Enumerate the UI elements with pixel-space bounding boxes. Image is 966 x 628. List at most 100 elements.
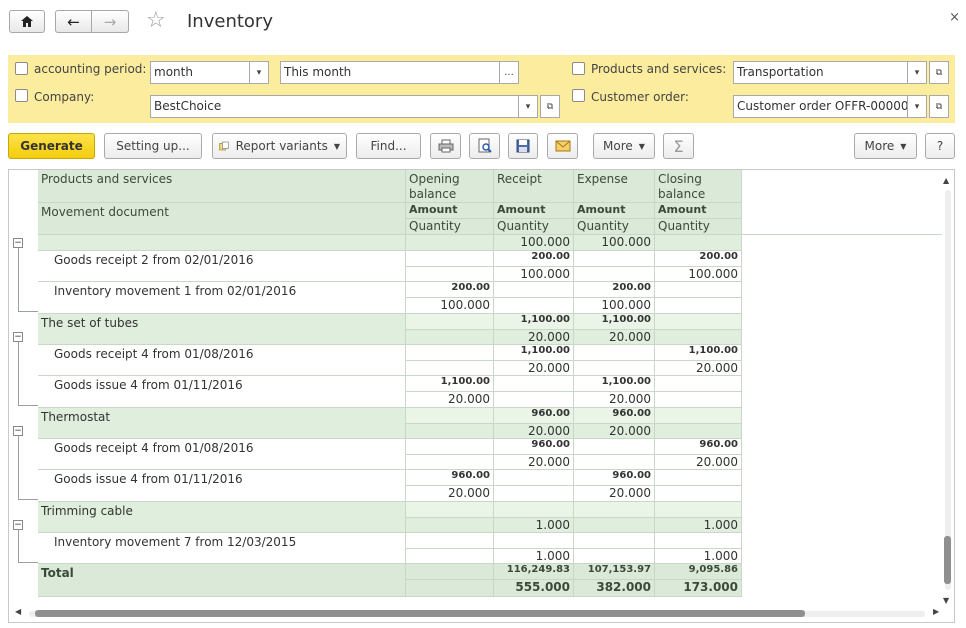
products-open-button[interactable]: ⧉ bbox=[929, 61, 949, 84]
period-type-field[interactable]: month bbox=[150, 61, 250, 84]
print-button[interactable] bbox=[430, 133, 461, 159]
total-row-label: Total bbox=[38, 564, 406, 597]
cell bbox=[655, 424, 742, 439]
cell bbox=[406, 580, 494, 597]
cell bbox=[494, 298, 574, 314]
collapse-toggle[interactable]: − bbox=[13, 426, 23, 436]
home-button[interactable] bbox=[9, 10, 45, 33]
table-row-label[interactable]: Inventory movement 1 from 02/01/2016 bbox=[38, 282, 406, 314]
report-variants-label: Report variants bbox=[235, 139, 328, 153]
scroll-up-arrow-icon[interactable]: ▲ bbox=[943, 176, 949, 185]
scroll-thumb[interactable] bbox=[944, 536, 951, 584]
header-divider bbox=[742, 234, 942, 235]
products-field[interactable]: Transportation bbox=[733, 61, 909, 84]
table-row-label[interactable]: Inventory movement 7 from 12/03/2015 bbox=[38, 533, 406, 564]
close-icon[interactable]: × bbox=[949, 10, 960, 25]
scroll-down-arrow-icon[interactable]: ▼ bbox=[943, 596, 949, 605]
header-quantity-closing: Quantity bbox=[655, 219, 742, 235]
group-row-label[interactable]: The set of tubes bbox=[38, 314, 406, 345]
collapse-toggle[interactable]: − bbox=[13, 238, 23, 248]
sum-button[interactable]: Σ bbox=[663, 133, 694, 159]
more-right-label: More bbox=[864, 139, 895, 153]
scroll-thumb[interactable] bbox=[35, 610, 805, 617]
products-checkbox[interactable] bbox=[572, 62, 585, 75]
cell bbox=[655, 314, 742, 330]
open-window-icon: ⧉ bbox=[935, 101, 943, 112]
company-open-button[interactable]: ⧉ bbox=[540, 95, 560, 118]
cell bbox=[655, 533, 742, 549]
send-email-button[interactable] bbox=[547, 133, 578, 159]
company-field[interactable]: BestChoice bbox=[150, 95, 522, 118]
cell: 1,100.00 bbox=[494, 345, 574, 361]
preview-button[interactable] bbox=[469, 133, 500, 159]
cell bbox=[574, 345, 655, 361]
table-row-label[interactable]: Goods receipt 4 from 01/08/2016 bbox=[38, 345, 406, 376]
table-row-label[interactable]: Goods issue 4 from 01/11/2016 bbox=[38, 470, 406, 502]
cell bbox=[574, 361, 655, 376]
cell: 1.000 bbox=[494, 518, 574, 533]
collapse-toggle[interactable]: − bbox=[13, 520, 23, 530]
more-label: More bbox=[603, 139, 633, 153]
company-checkbox[interactable] bbox=[15, 89, 28, 102]
table-row-label[interactable]: Goods receipt 2 from 02/01/2016 bbox=[38, 251, 406, 282]
customer-order-checkbox[interactable] bbox=[572, 89, 585, 102]
cell: 200.00 bbox=[574, 282, 655, 298]
group-row-label[interactable]: Thermostat bbox=[38, 408, 406, 439]
cell: 20.000 bbox=[574, 424, 655, 439]
collapse-toggle[interactable]: − bbox=[13, 332, 23, 342]
header-receipt: Receipt bbox=[494, 170, 574, 203]
company-dropdown[interactable]: ▾ bbox=[518, 95, 538, 118]
products-dropdown[interactable]: ▾ bbox=[907, 61, 927, 84]
scroll-right-arrow-icon[interactable]: ▶ bbox=[933, 607, 939, 616]
header-opening: Opening balance bbox=[406, 170, 494, 203]
ellipsis-icon: ... bbox=[504, 67, 514, 78]
save-button[interactable] bbox=[508, 133, 538, 159]
accounting-period-checkbox[interactable] bbox=[15, 62, 28, 75]
report-variants-button[interactable]: Report variants ▼ bbox=[212, 133, 347, 159]
forward-button[interactable]: → bbox=[91, 10, 129, 33]
generate-button[interactable]: Generate bbox=[8, 133, 95, 159]
cell bbox=[574, 439, 655, 455]
table-row-label[interactable]: Goods issue 4 from 01/11/2016 bbox=[38, 376, 406, 408]
back-button[interactable]: ← bbox=[55, 10, 92, 33]
report-area[interactable]: Products and services Opening balance Re… bbox=[8, 169, 955, 623]
cell bbox=[406, 408, 494, 424]
forward-arrow-icon: → bbox=[103, 12, 117, 31]
chevron-down-icon: ▾ bbox=[914, 67, 920, 78]
favorite-star-icon[interactable]: ☆ bbox=[146, 8, 166, 33]
period-range-select-button[interactable]: ... bbox=[499, 61, 519, 84]
setting-up-button[interactable]: Setting up... bbox=[104, 133, 202, 159]
cell bbox=[655, 392, 742, 408]
period-range-field[interactable]: This month bbox=[280, 61, 500, 84]
chevron-down-icon: ▾ bbox=[914, 101, 920, 112]
cell bbox=[574, 502, 655, 518]
group-row-label[interactable]: Trimming cable bbox=[38, 502, 406, 533]
more-right-button[interactable]: More ▼ bbox=[854, 133, 917, 159]
vertical-scrollbar[interactable]: ▲ ▼ bbox=[942, 176, 952, 612]
tree-line bbox=[18, 562, 38, 563]
cell: 100.000 bbox=[574, 298, 655, 314]
chevron-down-icon: ▾ bbox=[525, 101, 531, 112]
customer-order-dropdown[interactable]: ▾ bbox=[907, 95, 927, 118]
customer-order-open-button[interactable]: ⧉ bbox=[929, 95, 949, 118]
cell bbox=[574, 251, 655, 267]
scroll-left-arrow-icon[interactable]: ◀ bbox=[15, 607, 21, 616]
more-button[interactable]: More ▼ bbox=[593, 133, 655, 159]
cell bbox=[655, 502, 742, 518]
customer-order-field[interactable]: Customer order OFFR-000005 bbox=[733, 95, 909, 118]
horizontal-scrollbar[interactable]: ◀ ▶ bbox=[15, 607, 945, 618]
cell bbox=[406, 267, 494, 282]
chevron-down-icon: ▼ bbox=[333, 141, 340, 151]
header-amount-closing: Amount bbox=[655, 203, 742, 219]
help-button[interactable]: ? bbox=[925, 133, 955, 159]
table-row-label[interactable]: Goods receipt 4 from 01/08/2016 bbox=[38, 439, 406, 470]
period-type-dropdown[interactable]: ▾ bbox=[249, 61, 269, 84]
cell: 20.000 bbox=[574, 486, 655, 502]
cell: 20.000 bbox=[574, 330, 655, 345]
cell bbox=[655, 235, 742, 251]
cell bbox=[655, 330, 742, 345]
floppy-disk-icon bbox=[516, 139, 530, 153]
header-movement-document: Movement document bbox=[38, 203, 406, 235]
cell bbox=[406, 564, 494, 580]
find-button[interactable]: Find... bbox=[356, 133, 421, 159]
